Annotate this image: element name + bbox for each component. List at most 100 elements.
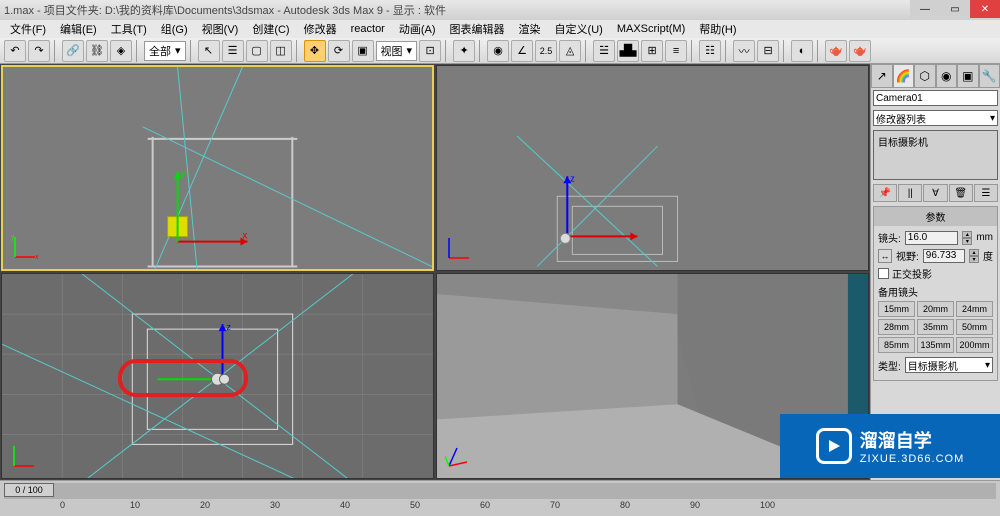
select-name-button[interactable]: ☰ xyxy=(222,40,244,62)
lens-spinner[interactable]: ▴ ▾ xyxy=(962,231,972,245)
preset-28mm-button[interactable]: 28mm xyxy=(878,319,915,335)
window-crossing-button[interactable]: ◫ xyxy=(270,40,292,62)
move-button[interactable]: ✥ xyxy=(304,40,326,62)
tick: 0 xyxy=(60,500,65,510)
create-tab[interactable]: ↗ xyxy=(871,64,893,88)
watermark: 溜溜自学 ZIXUE.3D66.COM xyxy=(780,414,1000,478)
preset-200mm-button[interactable]: 200mm xyxy=(956,337,993,353)
select-button[interactable]: ↖ xyxy=(198,40,220,62)
quick-render-button[interactable]: 🫖 xyxy=(849,40,871,62)
mirror-button[interactable]: ▟▙ xyxy=(617,40,639,62)
stack-item[interactable]: 目标摄影机 xyxy=(876,133,995,150)
undo-button[interactable]: ↶ xyxy=(4,40,26,62)
menu-edit[interactable]: 编辑(E) xyxy=(54,21,103,37)
viewport-bottom-left[interactable]: z xyxy=(1,273,434,479)
menu-create[interactable]: 创建(C) xyxy=(246,21,295,37)
viewport-top-right[interactable]: 前 z xyxy=(436,65,869,271)
spinner-snap-button[interactable]: ◬ xyxy=(559,40,581,62)
spin-up-icon[interactable]: ▴ xyxy=(969,249,979,256)
fov-label: 视野: xyxy=(896,248,919,263)
lens-input[interactable]: 16.0 xyxy=(905,231,959,245)
menu-rendering[interactable]: 渲染 xyxy=(513,21,547,37)
schematic-view-button[interactable]: ⊟ xyxy=(757,40,779,62)
title-text: 1.max - 项目文件夹: D:\我的资料库\Documents\3dsmax… xyxy=(4,2,446,18)
svg-text:z: z xyxy=(570,173,575,183)
unlink-button[interactable]: ⛓ xyxy=(86,40,108,62)
make-unique-button[interactable]: ∀ xyxy=(923,184,947,202)
preset-85mm-button[interactable]: 85mm xyxy=(878,337,915,353)
menu-modifiers[interactable]: 修改器 xyxy=(298,21,343,37)
percent-snap-button[interactable]: 2.5 xyxy=(535,40,557,62)
minimize-button[interactable]: — xyxy=(910,0,940,18)
preset-50mm-button[interactable]: 50mm xyxy=(956,319,993,335)
angle-snap-button[interactable]: ∠ xyxy=(511,40,533,62)
maximize-button[interactable]: ▭ xyxy=(940,0,970,18)
menu-file[interactable]: 文件(F) xyxy=(4,21,52,37)
menu-group[interactable]: 组(G) xyxy=(155,21,194,37)
close-button[interactable]: ✕ xyxy=(970,0,1000,18)
manipulate-button[interactable]: ✦ xyxy=(453,40,475,62)
link-button[interactable]: 🔗 xyxy=(62,40,84,62)
preset-35mm-button[interactable]: 35mm xyxy=(917,319,954,335)
select-rect-button[interactable]: ▢ xyxy=(246,40,268,62)
chevron-down-icon: ▾ xyxy=(985,360,990,371)
preset-20mm-button[interactable]: 20mm xyxy=(917,301,954,317)
align-button[interactable]: ≡ xyxy=(665,40,687,62)
named-selections-button[interactable]: ☱ xyxy=(593,40,615,62)
fov-direction-button[interactable]: ↔ xyxy=(878,249,892,263)
bind-spacewarp-button[interactable]: ◈ xyxy=(110,40,132,62)
preset-15mm-button[interactable]: 15mm xyxy=(878,301,915,317)
fov-input[interactable]: 96.733 xyxy=(923,249,965,263)
menu-animation[interactable]: 动画(A) xyxy=(393,21,442,37)
configure-sets-button[interactable]: ☰ xyxy=(974,184,998,202)
spin-down-icon[interactable]: ▾ xyxy=(962,238,972,245)
render-scene-button[interactable]: 🫖 xyxy=(825,40,847,62)
menu-tools[interactable]: 工具(T) xyxy=(105,21,153,37)
preset-24mm-button[interactable]: 24mm xyxy=(956,301,993,317)
time-slider-track[interactable]: 0 / 100 xyxy=(4,483,996,499)
preset-135mm-button[interactable]: 135mm xyxy=(917,337,954,353)
redo-button[interactable]: ↷ xyxy=(28,40,50,62)
display-tab[interactable]: ▣ xyxy=(957,64,979,88)
utilities-tab[interactable]: 🔧 xyxy=(979,64,1000,88)
menu-customize[interactable]: 自定义(U) xyxy=(549,21,609,37)
fov-spinner[interactable]: ▴ ▾ xyxy=(969,249,979,263)
tick: 20 xyxy=(200,500,210,510)
curve-editor-button[interactable]: 〰 xyxy=(733,40,755,62)
pivot-button[interactable]: ⊡ xyxy=(419,40,441,62)
menu-help[interactable]: 帮助(H) xyxy=(693,21,742,37)
snap-toggle-button[interactable]: ◉ xyxy=(487,40,509,62)
menu-graph[interactable]: 图表编辑器 xyxy=(444,21,511,37)
menu-maxscript[interactable]: MAXScript(M) xyxy=(611,23,691,35)
layers-button[interactable]: ☷ xyxy=(699,40,721,62)
hierarchy-tab[interactable]: ⬡ xyxy=(914,64,936,88)
modifier-list-combo[interactable]: 修改器列表▾ xyxy=(873,110,998,126)
ref-coord-combo[interactable]: 视图 ▾ xyxy=(376,41,418,61)
object-name-field[interactable]: Camera01 xyxy=(873,90,998,106)
svg-text:y: y xyxy=(181,169,186,180)
camera-type-combo[interactable]: 目标摄影机▾ xyxy=(905,357,993,373)
rotate-button[interactable]: ⟳ xyxy=(328,40,350,62)
ortho-checkbox[interactable] xyxy=(878,268,889,279)
stack-toolbar: 📌 || ∀ 🗑 ☰ xyxy=(873,184,998,202)
array-button[interactable]: ⊞ xyxy=(641,40,663,62)
remove-modifier-button[interactable]: 🗑 xyxy=(949,184,973,202)
viewport-top-left[interactable]: y x x y xyxy=(1,65,434,271)
material-editor-button[interactable]: ◐ xyxy=(791,40,813,62)
show-end-result-button[interactable]: || xyxy=(898,184,922,202)
pin-stack-button[interactable]: 📌 xyxy=(873,184,897,202)
selection-filter-combo[interactable]: 全部 ▾ xyxy=(144,41,186,61)
modifier-stack[interactable]: 目标摄影机 xyxy=(873,130,998,180)
time-ruler[interactable]: 0 10 20 30 40 50 60 70 80 90 100 xyxy=(0,500,1000,516)
time-slider-handle[interactable]: 0 / 100 xyxy=(4,483,54,497)
tick: 80 xyxy=(620,500,630,510)
spin-down-icon[interactable]: ▾ xyxy=(969,256,979,263)
spin-up-icon[interactable]: ▴ xyxy=(962,231,972,238)
modify-tab[interactable]: 🌈 xyxy=(893,64,915,88)
menu-reactor[interactable]: reactor xyxy=(345,23,391,35)
motion-tab[interactable]: ◉ xyxy=(936,64,958,88)
scale-button[interactable]: ▣ xyxy=(352,40,374,62)
viewports-container: y x x y 前 z xyxy=(0,64,870,480)
menu-views[interactable]: 视图(V) xyxy=(196,21,245,37)
rollout-header[interactable]: 参数 xyxy=(874,207,997,226)
